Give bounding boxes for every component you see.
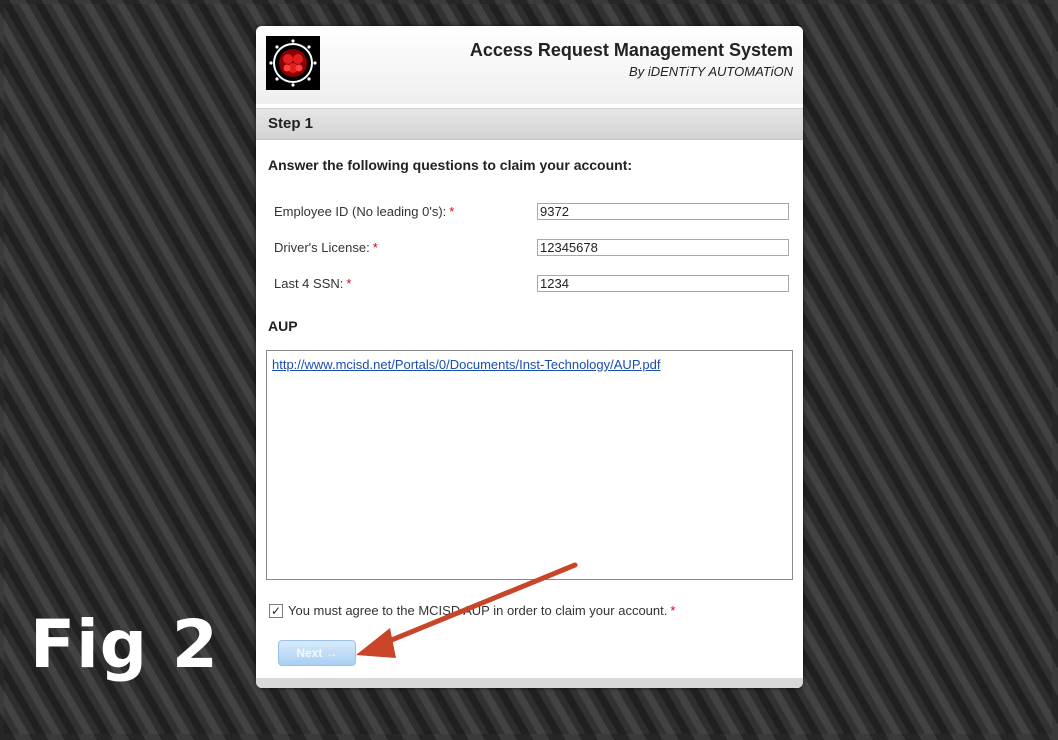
required-mark: * xyxy=(346,276,352,291)
step-header: Step 1 xyxy=(256,108,803,140)
drivers-license-label: Driver's License: * xyxy=(274,240,378,255)
required-mark: * xyxy=(670,603,676,618)
instructions-text: Answer the following questions to claim … xyxy=(268,157,633,173)
aup-content-box[interactable]: http://www.mcisd.net/Portals/0/Documents… xyxy=(266,350,793,580)
employee-id-label-text: Employee ID (No leading 0's): xyxy=(274,204,447,219)
ssn-label: Last 4 SSN: * xyxy=(274,276,351,291)
required-mark: * xyxy=(372,240,378,255)
ssn-input[interactable] xyxy=(537,275,789,292)
app-header: Access Request Management System By iDEN… xyxy=(256,26,803,104)
step-title: Step 1 xyxy=(268,115,314,132)
panel-footer-strip xyxy=(256,678,803,688)
next-button[interactable]: Next → xyxy=(278,640,356,666)
ssn-label-text: Last 4 SSN: xyxy=(274,276,344,291)
drivers-license-label-text: Driver's License: xyxy=(274,240,370,255)
app-subtitle: By iDENTiTY AUTOMATiON xyxy=(629,64,793,79)
figure-label: Fig 2 xyxy=(30,606,219,683)
agree-checkbox[interactable]: ✓ xyxy=(269,603,283,618)
employee-id-input[interactable] xyxy=(537,203,789,220)
app-title: Access Request Management System xyxy=(469,40,793,60)
employee-id-label: Employee ID (No leading 0's): * xyxy=(274,204,454,219)
app-logo-icon xyxy=(266,36,320,90)
aup-link[interactable]: http://www.mcisd.net/Portals/0/Documents… xyxy=(272,357,661,372)
aup-section-title: AUP xyxy=(268,318,298,334)
agree-label: You must agree to the MCISD AUP in order… xyxy=(288,603,668,618)
claim-account-panel: Access Request Management System By iDEN… xyxy=(256,26,803,688)
required-mark: * xyxy=(449,204,455,219)
drivers-license-input[interactable] xyxy=(537,239,789,256)
agree-row: ✓ You must agree to the MCISD AUP in ord… xyxy=(269,603,675,618)
